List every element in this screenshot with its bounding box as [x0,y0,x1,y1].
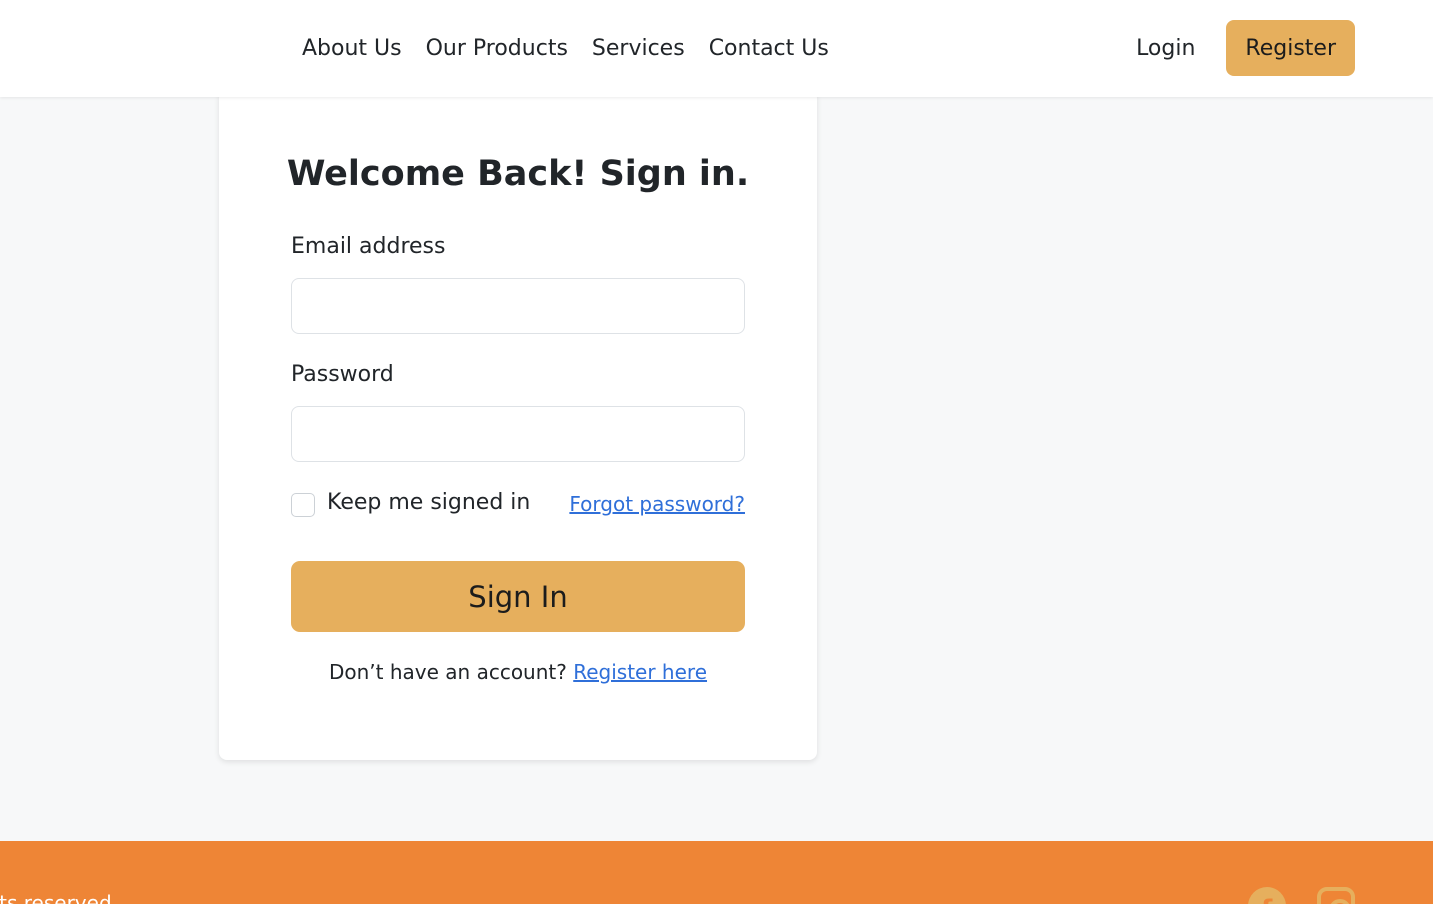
keep-signed-in-checkbox[interactable] [291,493,315,517]
login-link[interactable]: Login [1136,36,1195,61]
nav-links: About Us Our Products Services Contact U… [290,0,841,97]
keep-signed-in-row: Keep me signed in Forgot password? [291,490,745,522]
nav-link-services[interactable]: Services [580,36,697,61]
register-prompt: Don’t have an account? Register here [219,660,817,684]
keep-signed-in-label: Keep me signed in [327,490,531,515]
password-field[interactable] [291,406,745,462]
nav-auth: Login Register [1136,20,1355,76]
sign-in-title: Welcome Back! Sign in. [286,154,750,194]
nav-link-contact-us[interactable]: Contact Us [697,36,841,61]
password-label: Password [291,362,394,387]
register-here-link[interactable]: Register here [573,660,707,684]
no-account-text: Don’t have an account? [328,660,567,684]
sign-in-card: Welcome Back! Sign in. Email address Pas… [219,90,817,760]
facebook-icon[interactable]: f [1248,887,1286,904]
instagram-icon[interactable] [1317,887,1355,904]
email-label: Email address [291,234,446,259]
footer: rights reserved f [0,841,1433,904]
sign-in-button[interactable]: Sign In [291,561,745,632]
footer-copyright: rights reserved [0,891,112,904]
nav-link-our-products[interactable]: Our Products [414,36,580,61]
email-field[interactable] [291,278,745,334]
register-button[interactable]: Register [1226,20,1355,76]
nav-link-about-us[interactable]: About Us [290,36,414,61]
forgot-password-link[interactable]: Forgot password? [569,492,745,516]
top-navbar: About Us Our Products Services Contact U… [0,0,1433,97]
